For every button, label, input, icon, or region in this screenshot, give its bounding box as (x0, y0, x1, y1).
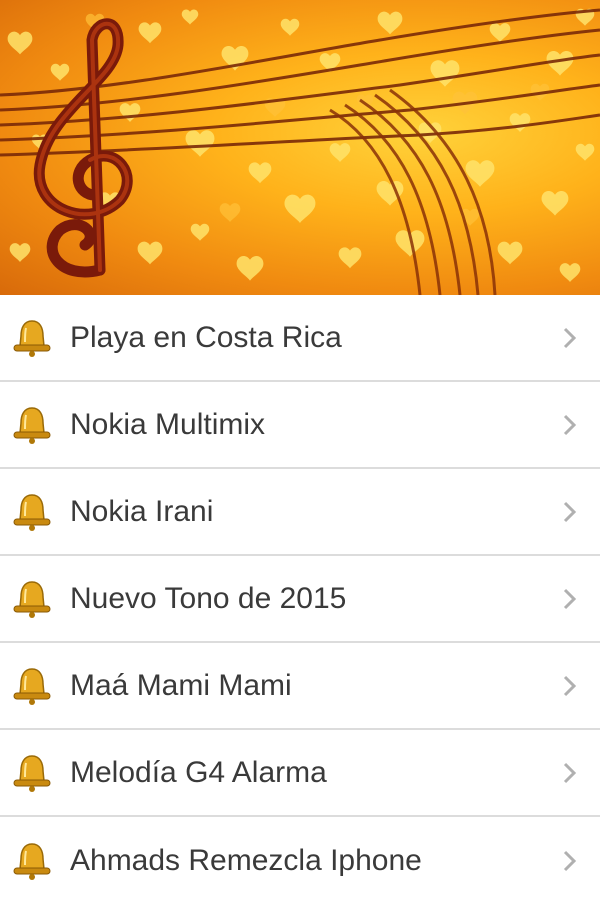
list-item[interactable]: Nuevo Tono de 2015 (0, 556, 600, 643)
list-item[interactable]: Playa en Costa Rica (0, 295, 600, 382)
music-hearts-illustration (0, 8, 600, 295)
bell-icon (13, 493, 51, 531)
list-item[interactable]: Maá Mami Mami (0, 643, 600, 730)
ringtone-title: Playa en Costa Rica (70, 320, 342, 354)
ringtone-title: Nuevo Tono de 2015 (70, 581, 347, 615)
list-item[interactable]: Melodía G4 Alarma (0, 730, 600, 817)
ringtone-title: Nokia Multimix (70, 407, 266, 441)
chevron-right-icon (563, 327, 577, 348)
chevron-right-icon (563, 414, 577, 435)
ringtone-title: Ahmads Remezcla Iphone (70, 843, 422, 877)
list-item[interactable]: Nokia Irani (0, 469, 600, 556)
chevron-right-icon (563, 501, 577, 522)
bell-icon (13, 842, 51, 880)
ringtone-title: Melodía G4 Alarma (70, 755, 327, 789)
header-banner-image (0, 0, 600, 295)
chevron-right-icon (563, 762, 577, 783)
chevron-right-icon (563, 588, 577, 609)
bell-icon (13, 406, 51, 444)
bell-icon (13, 667, 51, 705)
chevron-right-icon (563, 675, 577, 696)
ringtone-title: Nokia Irani (70, 494, 214, 528)
bell-icon (13, 319, 51, 357)
chevron-right-icon (563, 850, 577, 871)
ringtone-title: Maá Mami Mami (70, 668, 292, 702)
bell-icon (13, 754, 51, 792)
list-item[interactable]: Ahmads Remezcla Iphone (0, 817, 600, 904)
bell-icon (13, 580, 51, 618)
ringtone-list: Playa en Costa Rica Nokia Multimix Nokia… (0, 295, 600, 904)
list-item[interactable]: Nokia Multimix (0, 382, 600, 469)
